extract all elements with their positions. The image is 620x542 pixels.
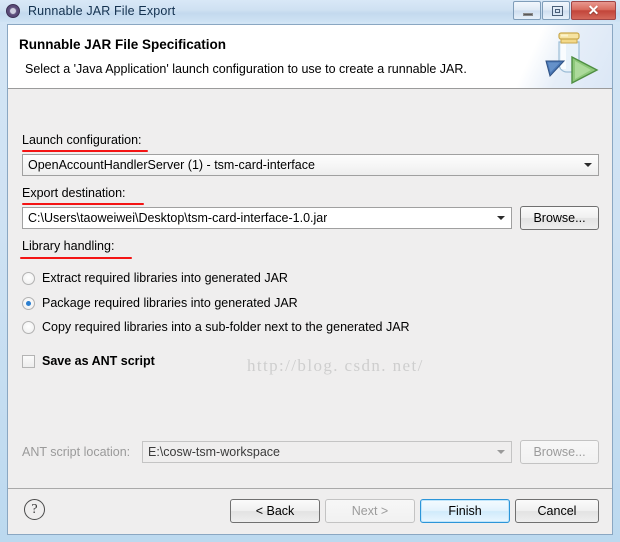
close-icon: ✕ [587,2,600,18]
chevron-down-icon [584,163,592,167]
runnable-jar-icon [545,32,599,85]
export-destination-value: C:\Users\taoweiwei\Desktop\tsm-card-inte… [28,211,328,225]
window-title: Runnable JAR File Export [28,4,176,18]
library-handling-label-wrap: Library handling: [20,239,132,259]
radio-copy-libraries[interactable]: Copy required libraries into a sub-folde… [22,320,410,334]
finish-button[interactable]: Finish [420,499,510,523]
launch-configuration-label: Launch configuration: [22,133,142,147]
close-button[interactable]: ✕ [571,1,616,20]
ant-script-location-input[interactable]: E:\cosw-tsm-workspace [142,441,512,463]
page-title: Runnable JAR File Specification [19,37,227,52]
annotation-underline-library [20,257,132,259]
button-bar: ? < Back Next > Finish Cancel [8,489,612,534]
radio-copy-icon [22,320,35,334]
radio-package-icon [22,296,35,310]
chevron-down-icon [497,450,505,454]
page-description: Select a 'Java Application' launch confi… [25,62,467,76]
save-as-ant-script-label: Save as ANT script [42,354,155,368]
restore-icon [552,6,563,16]
browse-export-destination-button[interactable]: Browse... [520,206,599,230]
chevron-down-icon [497,216,505,220]
gear-icon [5,3,21,19]
next-button: Next > [325,499,415,523]
watermark-text: http://blog. csdn. net/ [247,356,424,375]
annotation-underline-launch [22,150,148,152]
radio-extract-icon [22,271,35,285]
launch-configuration-value: OpenAccountHandlerServer (1) - tsm-card-… [28,158,315,172]
back-button[interactable]: < Back [230,499,320,523]
help-button[interactable]: ? [24,499,45,520]
radio-copy-label: Copy required libraries into a sub-folde… [42,320,410,334]
restore-button[interactable] [542,1,570,20]
radio-extract-label: Extract required libraries into generate… [42,271,288,285]
annotation-underline-export [22,203,144,205]
title-bar: Runnable JAR File Export ✕ [0,0,620,22]
cancel-button[interactable]: Cancel [515,499,599,523]
radio-package-label: Package required libraries into generate… [42,296,298,310]
launch-configuration-label-wrap: Launch configuration: [22,133,148,152]
ant-script-location-label: ANT script location: [22,445,131,459]
dialog-content: Launch configuration: OpenAccountHandler… [8,89,612,534]
window-controls: ✕ [513,1,616,20]
export-destination-input[interactable]: C:\Users\taoweiwei\Desktop\tsm-card-inte… [22,207,512,229]
export-destination-label: Export destination: [22,186,126,200]
minimize-icon [523,13,533,16]
save-as-ant-script-checkbox[interactable] [22,354,35,368]
launch-configuration-combo[interactable]: OpenAccountHandlerServer (1) - tsm-card-… [22,154,599,176]
dialog-frame: Runnable JAR File Specification Select a… [7,24,613,535]
export-destination-label-wrap: Export destination: [22,186,144,205]
minimize-button[interactable] [513,1,541,20]
library-handling-label: Library handling: [22,239,115,253]
browse-ant-script-button[interactable]: Browse... [520,440,599,464]
radio-package-libraries[interactable]: Package required libraries into generate… [22,296,298,310]
ant-script-location-value: E:\cosw-tsm-workspace [148,445,280,459]
radio-extract-libraries[interactable]: Extract required libraries into generate… [22,271,288,285]
dialog-header: Runnable JAR File Specification Select a… [8,25,612,89]
save-as-ant-script-checkbox-row[interactable]: Save as ANT script [22,354,155,368]
dialog-window: Runnable JAR File Export ✕ Runnable JAR … [0,0,620,542]
